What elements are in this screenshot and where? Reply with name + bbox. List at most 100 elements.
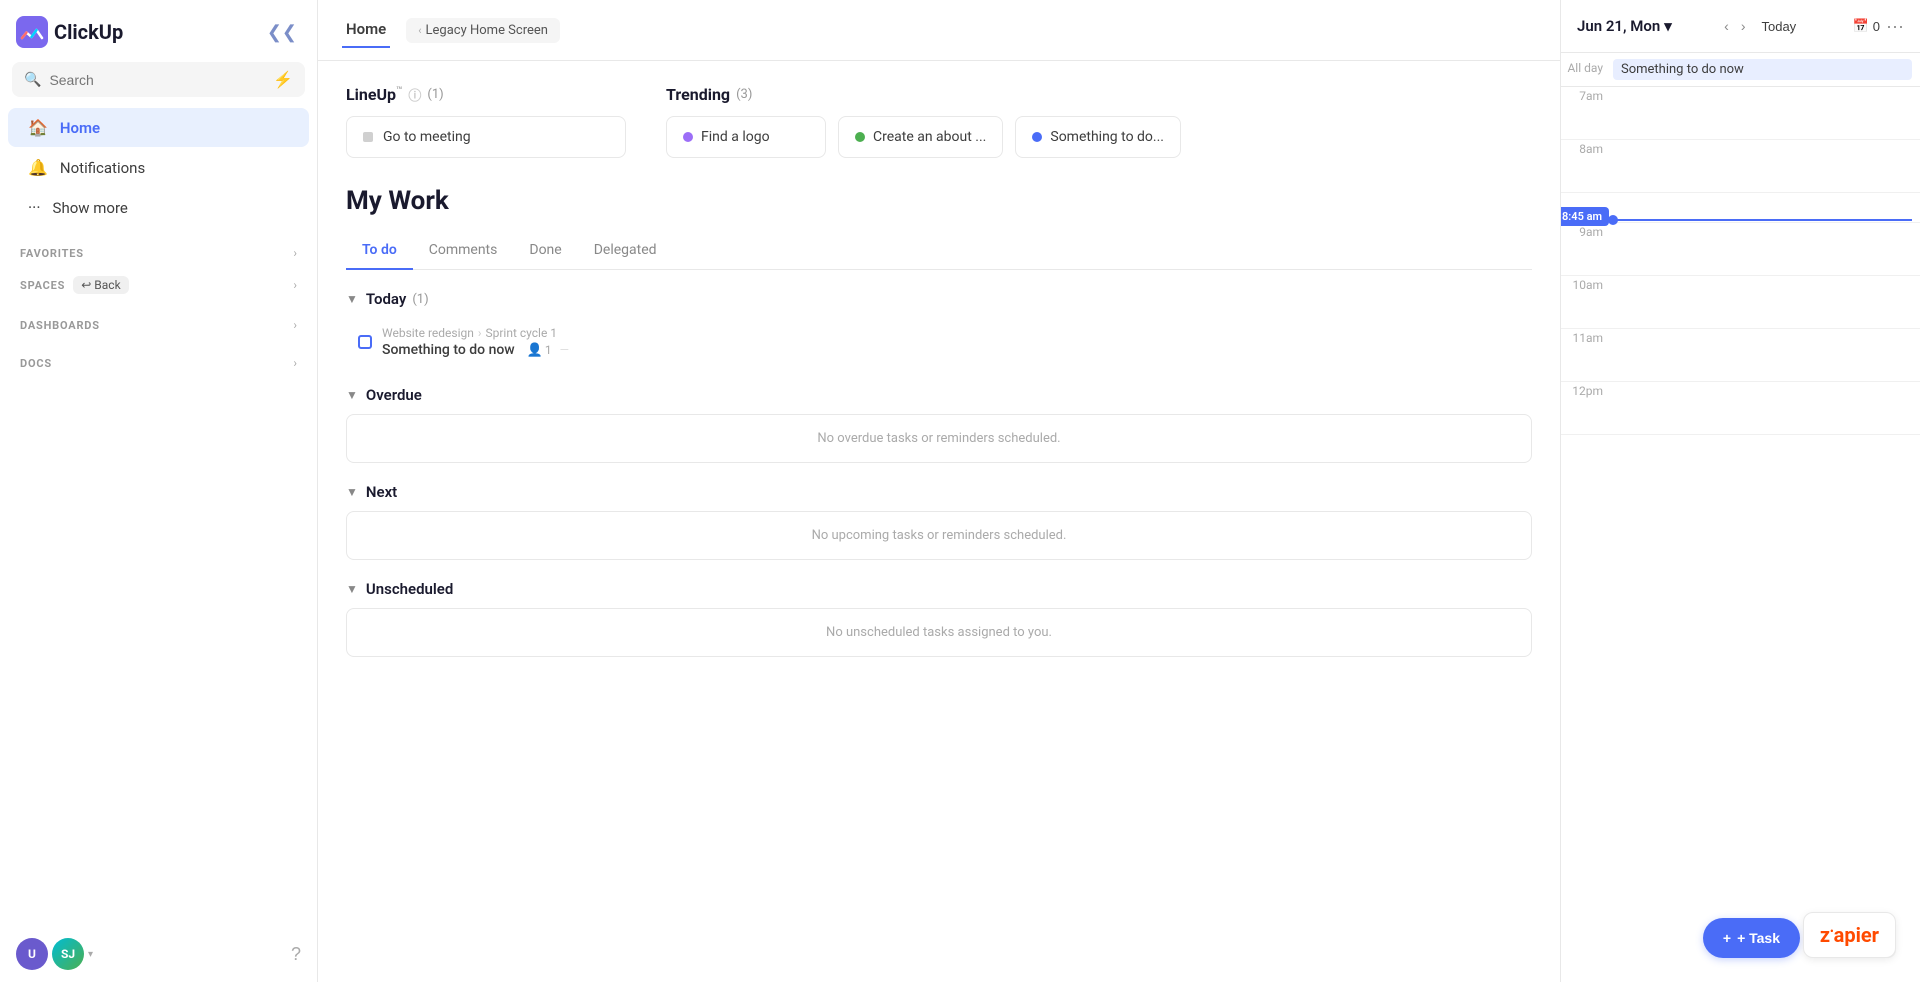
sidebar-item-notifications-label: Notifications (60, 159, 145, 177)
bell-icon: 🔔 (28, 158, 48, 177)
add-task-button[interactable]: + + Task (1703, 918, 1800, 958)
add-task-plus: + (1723, 930, 1731, 946)
mywork-tabs: To do Comments Done Delegated (346, 232, 1532, 270)
breadcrumb-sep: › (478, 326, 482, 340)
task-row-inner: Website redesign › Sprint cycle 1 Someth… (382, 326, 569, 358)
unscheduled-header[interactable]: ▼ Unscheduled (346, 580, 1532, 598)
tab-home[interactable]: Home (342, 12, 390, 48)
calendar-nav: ‹ › Today (1720, 14, 1804, 38)
calendar-more-button[interactable]: ··· (1886, 16, 1904, 37)
sidebar-item-show-more[interactable]: ··· Show more (8, 188, 309, 227)
zapier-label: z•apier (1820, 923, 1879, 947)
time-indicator-line: 8:45 am (1613, 219, 1912, 221)
task-meta: 👤 1 — (527, 343, 569, 358)
trending-label-something-todo: Something to do... (1050, 129, 1164, 145)
allday-event[interactable]: Something to do now (1613, 59, 1912, 80)
timeslot-10am-content (1613, 276, 1912, 328)
search-input[interactable] (49, 72, 265, 88)
favorites-label: FAVORITES (20, 247, 84, 260)
clickup-logo-icon (16, 16, 48, 48)
timeslot-12pm-content (1613, 382, 1912, 434)
calendar-icon: 📅 (1853, 18, 1869, 34)
timeslot-9am-content (1613, 223, 1912, 275)
today-count: (1) (412, 292, 428, 307)
lineup-task-dot (363, 132, 373, 142)
search-icon: 🔍 (24, 72, 41, 88)
task-breadcrumb-sprint: Sprint cycle 1 (485, 326, 557, 340)
task-divider: — (560, 343, 569, 357)
time-label-8am: 8am (1561, 140, 1613, 156)
calendar-count-button[interactable]: 📅 0 (1853, 18, 1880, 34)
timeslot-7am: 7am (1561, 87, 1920, 140)
sidebar-item-home[interactable]: 🏠 Home (8, 108, 309, 147)
logo-text: ClickUp (54, 20, 123, 44)
trending-dot-purple (683, 132, 693, 142)
avatar-u: U (16, 938, 48, 970)
mywork-section: My Work To do Comments Done Delegated ▼ … (346, 186, 1532, 677)
calendar-today-button[interactable]: Today (1753, 15, 1804, 38)
timeslot-8am-content (1613, 140, 1912, 192)
sidebar-section-dashboards[interactable]: DASHBOARDS › (0, 308, 317, 338)
search-bar[interactable]: 🔍 ⚡ (12, 62, 305, 97)
sidebar-header: ClickUp ❮❮ (0, 0, 317, 58)
sidebar-item-show-more-label: Show more (53, 199, 128, 217)
mywork-title: My Work (346, 186, 1532, 216)
next-header[interactable]: ▼ Next (346, 483, 1532, 501)
sidebar-section-docs[interactable]: DOCS › (0, 346, 317, 376)
trending-dot-green (855, 132, 865, 142)
trending-label-find-logo: Find a logo (701, 129, 770, 145)
sidebar-item-notifications[interactable]: 🔔 Notifications (8, 148, 309, 187)
zapier-ad[interactable]: z•apier (1803, 912, 1896, 958)
lineup-info-icon: ⓘ (408, 85, 421, 104)
back-badge[interactable]: ↩ Back (73, 276, 128, 294)
sidebar-bottom: U SJ ▾ ? (0, 926, 317, 982)
calendar-right-buttons: 📅 0 ··· (1853, 16, 1904, 37)
sidebar-section-favorites[interactable]: FAVORITES › (0, 236, 317, 266)
breadcrumb-legacy[interactable]: ‹ Legacy Home Screen (406, 18, 560, 43)
logo: ClickUp (16, 16, 123, 48)
time-label-indicator (1561, 193, 1613, 195)
sidebar: ClickUp ❮❮ 🔍 ⚡ 🏠 Home 🔔 Notifications ··… (0, 0, 318, 982)
time-label-12pm: 12pm (1561, 382, 1613, 398)
avatar-group[interactable]: U SJ ▾ (16, 938, 93, 970)
sidebar-section-spaces[interactable]: SPACES ↩ Back › (0, 266, 317, 300)
lineup-title: LineUp™ ⓘ (1) (346, 85, 626, 104)
trending-dot-blue (1032, 132, 1042, 142)
breadcrumb-arrow-icon: ‹ (418, 24, 421, 37)
calendar-prev-button[interactable]: ‹ (1720, 14, 1733, 38)
calendar-date-label[interactable]: Jun 21, Mon ▾ (1577, 17, 1672, 35)
task-breadcrumb-project: Website redesign (382, 326, 474, 340)
tab-comments[interactable]: Comments (413, 232, 514, 270)
next-empty: No upcoming tasks or reminders scheduled… (346, 511, 1532, 560)
favorites-arrow: › (293, 246, 297, 260)
trending-count: (3) (736, 87, 752, 102)
main-content: Home ‹ Legacy Home Screen LineUp™ ⓘ (1) … (318, 0, 1560, 982)
task-checkbox[interactable] (358, 335, 372, 349)
tab-done[interactable]: Done (513, 232, 577, 270)
sidebar-collapse-button[interactable]: ❮❮ (263, 18, 301, 47)
tab-todo[interactable]: To do (346, 232, 413, 270)
task-name: Something to do now (382, 342, 515, 358)
trending-card-find-logo[interactable]: Find a logo (666, 116, 826, 158)
task-row-something[interactable]: Website redesign › Sprint cycle 1 Someth… (346, 318, 1532, 366)
today-header[interactable]: ▼ Today (1) (346, 290, 1532, 308)
trending-card-something-todo[interactable]: Something to do... (1015, 116, 1181, 158)
calendar-header: Jun 21, Mon ▾ ‹ › Today 📅 0 ··· (1561, 0, 1920, 53)
time-label-11am: 11am (1561, 329, 1613, 345)
home-icon: 🏠 (28, 118, 48, 137)
timeslot-11am: 11am (1561, 329, 1920, 382)
calendar-allday-row: All day Something to do now (1561, 53, 1920, 87)
help-button[interactable]: ? (291, 944, 301, 965)
lineup-task-card[interactable]: Go to meeting (346, 116, 626, 158)
calendar-next-button[interactable]: › (1737, 14, 1750, 38)
overdue-empty: No overdue tasks or reminders scheduled. (346, 414, 1532, 463)
sidebar-nav: 🏠 Home 🔔 Notifications ··· Show more (0, 107, 317, 228)
unscheduled-name: Unscheduled (366, 580, 453, 598)
timeslot-11am-content (1613, 329, 1912, 381)
trademark-symbol: ™ (396, 86, 402, 97)
tab-delegated[interactable]: Delegated (578, 232, 673, 270)
trending-card-create-about[interactable]: Create an about ... (838, 116, 1003, 158)
docs-label: DOCS (20, 357, 52, 370)
overdue-header[interactable]: ▼ Overdue (346, 386, 1532, 404)
spaces-left: SPACES ↩ Back (20, 276, 129, 294)
